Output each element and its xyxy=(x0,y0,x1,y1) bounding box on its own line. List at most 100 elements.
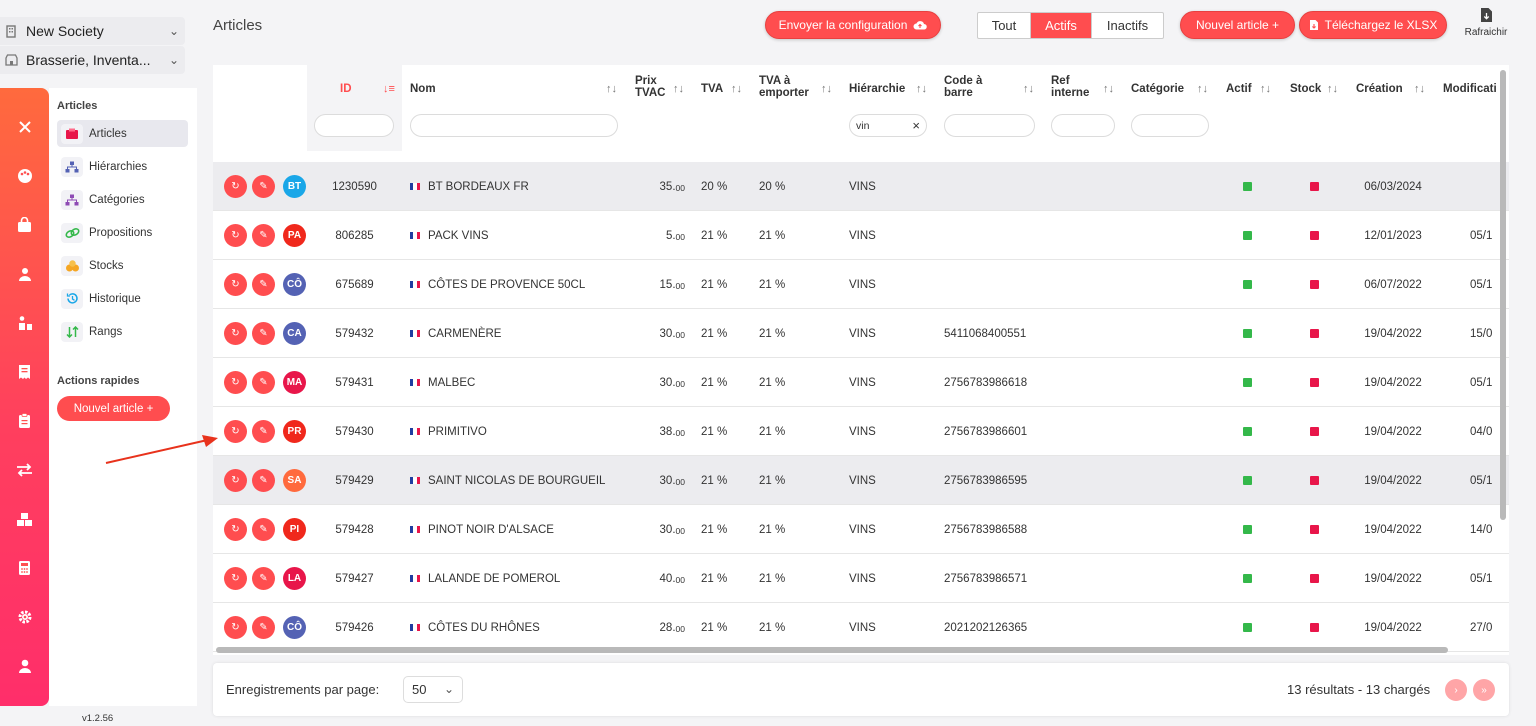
sort-icon[interactable]: ↑↓ xyxy=(821,83,832,95)
cell-modified: 14/0 xyxy=(1470,523,1493,536)
cell-modified: 05/1 xyxy=(1470,229,1493,242)
calculator-icon[interactable] xyxy=(0,557,49,579)
transfer-icon[interactable] xyxy=(0,459,49,481)
download-xlsx-button[interactable]: Téléchargez le XLSX xyxy=(1299,11,1447,39)
quick-new-article-button[interactable]: Nouvel article + xyxy=(57,396,170,421)
active-indicator xyxy=(1243,603,1252,652)
organization-selector[interactable]: New Society ⌄ xyxy=(0,17,185,45)
submenu-item-history[interactable]: Historique xyxy=(57,285,188,312)
sort-icon[interactable]: ↑↓ xyxy=(1414,83,1425,95)
barcode-filter-input[interactable] xyxy=(944,114,1035,137)
column-header-id[interactable]: ID xyxy=(340,83,352,95)
submenu-item-stocks[interactable]: Stocks xyxy=(57,252,188,279)
column-header-barcode[interactable]: Code à barre xyxy=(944,75,994,99)
table-row[interactable]: ↻ ✎ BT 1230590 BT BORDEAUX FR 35. 00 20 % 20 % VI… xyxy=(213,162,1509,211)
edit-button[interactable]: ✎ xyxy=(252,567,275,590)
next-page-button[interactable]: › xyxy=(1445,679,1467,701)
sort-icon[interactable]: ↑↓ xyxy=(606,83,617,95)
name-filter-input[interactable] xyxy=(410,114,618,137)
table-row[interactable]: ↻ ✎ PR 579430 PRIMITIVO 38. 00 21 % 21 % VINS 2756… xyxy=(213,407,1509,456)
edit-button[interactable]: ✎ xyxy=(252,273,275,296)
shopping-bag-icon[interactable] xyxy=(0,214,49,236)
table-row[interactable]: ↻ ✎ CA 579432 CARMENÈRE 30. 00 21 % 21 % VINS 5411… xyxy=(213,309,1509,358)
send-configuration-button[interactable]: Envoyer la configuration xyxy=(765,11,941,39)
table-row[interactable]: ↻ ✎ PA 806285 PACK VINS 5. 00 21 % 21 % VINS 12/01… xyxy=(213,211,1509,260)
edit-button[interactable]: ✎ xyxy=(252,518,275,541)
column-header-stock[interactable]: Stock xyxy=(1290,83,1321,95)
sort-descending-icon[interactable]: ↓≡ xyxy=(383,83,395,95)
history-button[interactable]: ↻ xyxy=(224,273,247,296)
submenu-item-ranks[interactable]: Rangs xyxy=(57,318,188,345)
submenu-item-propositions[interactable]: Propositions xyxy=(57,219,188,246)
edit-button[interactable]: ✎ xyxy=(252,469,275,492)
user-icon[interactable] xyxy=(0,655,49,677)
column-header-ref[interactable]: Ref interne xyxy=(1051,75,1095,99)
sort-icon[interactable]: ↑↓ xyxy=(1197,83,1208,95)
edit-button[interactable]: ✎ xyxy=(252,224,275,247)
table-row[interactable]: ↻ ✎ CÔ 675689 CÔTES DE PROVENCE 50CL 15. 00 21 … xyxy=(213,260,1509,309)
sort-icon[interactable]: ↑↓ xyxy=(1023,83,1034,95)
table-row[interactable]: ↻ ✎ MA 579431 MALBEC 30. 00 21 % 21 % VINS 2756783… xyxy=(213,358,1509,407)
category-filter-input[interactable] xyxy=(1131,114,1209,137)
price-cents: 00 xyxy=(675,623,685,634)
history-button[interactable]: ↻ xyxy=(224,616,247,639)
sort-icon[interactable]: ↑↓ xyxy=(1260,83,1271,95)
history-button[interactable]: ↻ xyxy=(224,371,247,394)
ref-filter-input[interactable] xyxy=(1051,114,1115,137)
column-header-active[interactable]: Actif xyxy=(1226,83,1252,95)
column-header-created[interactable]: Création xyxy=(1356,83,1403,95)
gear-icon[interactable] xyxy=(0,606,49,628)
new-article-button[interactable]: Nouvel article + xyxy=(1180,11,1295,39)
sort-icon[interactable]: ↑↓ xyxy=(1327,83,1338,95)
sort-icon[interactable]: ↑↓ xyxy=(1103,83,1114,95)
filter-active-tab[interactable]: Actifs xyxy=(1031,13,1092,38)
edit-button[interactable]: ✎ xyxy=(252,175,275,198)
site-selector[interactable]: Brasserie, Inventa... ⌄ xyxy=(0,46,185,74)
vertical-scrollbar[interactable] xyxy=(1500,70,1506,520)
receipt-icon[interactable] xyxy=(0,361,49,383)
history-button[interactable]: ↻ xyxy=(224,518,247,541)
submenu-item-categories[interactable]: Catégories xyxy=(57,186,188,213)
history-button[interactable]: ↻ xyxy=(224,175,247,198)
submenu-item-articles[interactable]: Articles xyxy=(57,120,188,147)
clipboard-icon[interactable] xyxy=(0,410,49,432)
palette-icon[interactable] xyxy=(0,165,49,187)
edit-button[interactable]: ✎ xyxy=(252,371,275,394)
worker-icon[interactable] xyxy=(0,312,49,334)
column-header-category[interactable]: Catégorie xyxy=(1131,83,1184,95)
sort-icon[interactable]: ↑↓ xyxy=(916,83,927,95)
sort-icon[interactable]: ↑↓ xyxy=(731,83,742,95)
clear-filter-icon[interactable]: × xyxy=(912,118,920,133)
history-button[interactable]: ↻ xyxy=(224,469,247,492)
history-button[interactable]: ↻ xyxy=(224,224,247,247)
per-page-select[interactable]: 50 ⌄ xyxy=(403,676,463,703)
column-header-name[interactable]: Nom xyxy=(410,83,436,95)
table-row[interactable]: ↻ ✎ PI 579428 PINOT NOIR D'ALSACE 30. 00 21 % 21… xyxy=(213,505,1509,554)
active-indicator xyxy=(1243,309,1252,358)
edit-button[interactable]: ✎ xyxy=(252,322,275,345)
column-header-price[interactable]: Prix TVAC xyxy=(635,75,673,99)
boxes-icon[interactable] xyxy=(0,508,49,530)
history-button[interactable]: ↻ xyxy=(224,322,247,345)
id-filter-input[interactable] xyxy=(314,114,394,137)
close-icon[interactable] xyxy=(0,116,49,138)
filter-all-tab[interactable]: Tout xyxy=(978,13,1031,38)
history-button[interactable]: ↻ xyxy=(224,567,247,590)
column-header-hierarchy[interactable]: Hiérarchie xyxy=(849,83,905,95)
column-header-tva-takeaway[interactable]: TVA à emporter xyxy=(759,75,817,99)
refresh-button[interactable]: Rafraichir xyxy=(1460,7,1512,43)
edit-button[interactable]: ✎ xyxy=(252,420,275,443)
table-row[interactable]: ↻ ✎ LA 579427 LALANDE DE POMEROL 40. 00 21 % 21 … xyxy=(213,554,1509,603)
last-page-button[interactable]: » xyxy=(1473,679,1495,701)
table-row[interactable]: ↻ ✎ SA 579429 SAINT NICOLAS DE BOURGUEIL 30. 0… xyxy=(213,456,1509,505)
filter-inactive-tab[interactable]: Inactifs xyxy=(1092,13,1163,38)
hierarchy-filter-input[interactable]: vin × xyxy=(849,114,927,137)
column-header-tva[interactable]: TVA xyxy=(701,83,723,95)
table-row[interactable]: ↻ ✎ CÔ 579426 CÔTES DU RHÔNES 28. 00 21 % 21 % VI… xyxy=(213,603,1509,652)
submenu-item-hierarchies[interactable]: Hiérarchies xyxy=(57,153,188,180)
horizontal-scrollbar[interactable] xyxy=(216,647,1448,653)
edit-button[interactable]: ✎ xyxy=(252,616,275,639)
people-icon[interactable] xyxy=(0,263,49,285)
sort-icon[interactable]: ↑↓ xyxy=(673,83,684,95)
column-header-modified[interactable]: Modificati xyxy=(1443,83,1497,95)
